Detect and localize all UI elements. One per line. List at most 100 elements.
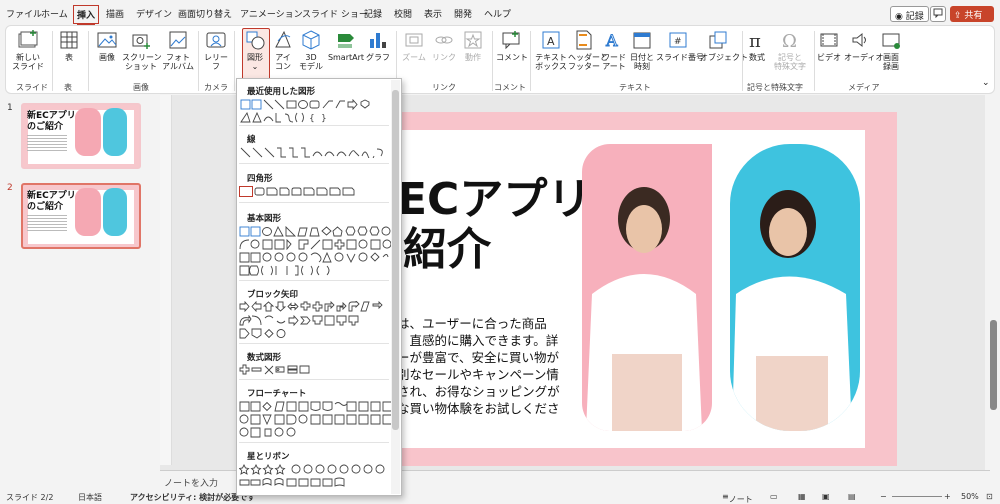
thumbnail-photo-pink [75, 108, 101, 156]
thumbnail-title-2: 新ECアプリ のご紹介 [27, 191, 76, 212]
photo-woman-blue-background[interactable] [730, 144, 860, 431]
ribbon-collapse-icon[interactable]: ⌄ [982, 78, 990, 88]
canvas-scrollbar[interactable] [987, 95, 1000, 470]
status-bar: スライド 2/2 日本語 アクセシビリティ: 検討が必要です ≡ ノート ▭ ▦… [0, 490, 1000, 504]
block-arrows-row-1[interactable] [239, 301, 391, 312]
stars-ribbons-row-2[interactable] [239, 477, 391, 488]
link-button[interactable]: リンク [430, 29, 458, 62]
tab-review[interactable]: 校閲 [394, 7, 412, 20]
tab-record[interactable]: 記録 [364, 7, 382, 20]
photo-album-button[interactable]: フォト アルバム [161, 29, 195, 71]
smartart-icon [338, 34, 354, 48]
datetime-button[interactable]: 日付と 時刻 [628, 29, 656, 71]
smartart-button[interactable]: SmartArt [326, 29, 366, 62]
basic-shapes-row-4[interactable] [239, 265, 391, 276]
flowchart-row-1[interactable] [239, 401, 391, 412]
table-button[interactable]: 表 [56, 29, 82, 62]
zoom-in-icon[interactable]: + [944, 492, 951, 501]
basic-shapes-row-2[interactable] [239, 239, 391, 250]
comment-button[interactable]: コメント [496, 29, 528, 62]
tab-help[interactable]: ヘルプ [484, 7, 511, 20]
svg-text:#: # [674, 37, 682, 47]
vertical-ruler [160, 95, 172, 465]
screen-recording-button[interactable]: 画面 録画 [876, 29, 906, 71]
slide-number-button[interactable]: # スライド番号 [656, 29, 704, 62]
tab-transitions[interactable]: 画面切り替え [178, 7, 232, 20]
lines-row[interactable] [239, 147, 391, 158]
icons-icon [275, 30, 291, 48]
status-language[interactable]: 日本語 [78, 492, 102, 503]
section-recent-shapes: 最近使用した図形 [247, 87, 316, 97]
share-icon: ⇪ [954, 11, 962, 21]
action-button[interactable]: 動作 [460, 29, 486, 62]
tab-insert[interactable]: 挿入 [73, 5, 100, 26]
flowchart-row-2[interactable] [239, 414, 391, 425]
section-equation-shapes: 数式図形 [247, 353, 282, 363]
slide-body-text[interactable]: は、ユーザーに合った商品 直感的に購入できます。詳 ーが豊富で、安全に買い物が … [397, 315, 560, 417]
basic-shapes-row-1[interactable] [239, 226, 391, 237]
tab-design[interactable]: デザイン [136, 7, 172, 20]
recent-shapes-row-2[interactable]: {} [239, 112, 391, 123]
gallery-scrollbar[interactable] [391, 80, 400, 494]
record-button[interactable]: ◉ 記録 [890, 6, 929, 22]
tab-home[interactable]: ホーム [41, 7, 68, 20]
audio-button[interactable]: オーディオ [844, 29, 883, 62]
symbol-button[interactable]: Ω 記号と 特殊文字 [770, 29, 810, 71]
shapes-gallery-dropdown: 最近使用した図形 {} 線 四角形 基本図形 ブロック矢印 数式図形 フローチャ… [236, 78, 402, 496]
comment-icon[interactable] [930, 6, 946, 22]
section-stars-ribbons: 星とリボン [247, 452, 290, 462]
table-icon [60, 31, 78, 49]
wordart-button[interactable]: A ワード アート [600, 29, 628, 72]
object-icon [709, 31, 727, 49]
tab-animations[interactable]: アニメーション [240, 7, 303, 20]
slideshow-view-icon[interactable]: ▤ [848, 492, 856, 501]
equation-button[interactable]: π 数式 [746, 29, 768, 62]
tab-developer[interactable]: 開発 [454, 7, 472, 20]
status-notes-button[interactable]: ≡ ノート [722, 492, 753, 504]
new-slide-button[interactable]: 新しい スライド [10, 29, 46, 71]
slide-thumbnail-2[interactable]: 新ECアプリ のご紹介 [21, 183, 141, 249]
svg-text:}: } [321, 114, 327, 123]
group-media: メディア [848, 83, 880, 92]
images-button[interactable]: 画像 [92, 29, 122, 62]
tab-slideshow[interactable]: スライド ショー [302, 7, 368, 20]
block-arrows-row-2[interactable] [239, 315, 391, 326]
rectangles-row[interactable] [239, 186, 391, 197]
zoom-level[interactable]: 50% [961, 492, 979, 501]
slide-title[interactable]: ECアプリ 紹介 [397, 175, 591, 275]
zoom-out-icon[interactable]: − [880, 492, 887, 501]
tab-file[interactable]: ファイル [6, 7, 42, 20]
tab-draw[interactable]: 描画 [106, 7, 124, 20]
screenshot-button[interactable]: スクリーン ショット [122, 29, 162, 71]
object-button[interactable]: オブジェクト [700, 29, 748, 62]
slide-thumbnail-1[interactable]: 新ECアプリ のご紹介 [21, 103, 141, 169]
stars-ribbons-row-1[interactable] [239, 464, 391, 475]
fit-slide-icon[interactable]: ⊡ [986, 492, 993, 501]
block-arrows-row-3[interactable] [239, 328, 391, 339]
equation-shapes-row[interactable] [239, 364, 391, 375]
section-rectangles: 四角形 [247, 174, 273, 184]
textbox-button[interactable]: A テキスト ボックス [534, 29, 568, 71]
icons-button[interactable]: アイ コン [270, 29, 296, 71]
zoom-button[interactable]: ズーム [400, 29, 428, 62]
section-flowchart: フローチャート [247, 389, 307, 399]
recent-shapes-row-1[interactable] [239, 99, 391, 110]
flowchart-row-3[interactable] [239, 427, 391, 438]
reading-view-icon[interactable]: ▣ [822, 492, 830, 501]
share-button[interactable]: ⇪ 共有 [950, 6, 994, 22]
canvas-scroll-thumb[interactable] [990, 320, 997, 410]
gallery-scroll-thumb[interactable] [392, 90, 399, 430]
zoom-slider[interactable] [892, 496, 942, 497]
basic-shapes-row-3[interactable] [239, 252, 391, 263]
tab-view[interactable]: 表示 [424, 7, 442, 20]
slide-sorter-icon[interactable]: ▦ [798, 492, 806, 501]
chart-button[interactable]: グラフ [366, 29, 390, 62]
cameo-button[interactable]: レリー フ [202, 29, 230, 71]
share-label: 共有 [964, 11, 983, 21]
header-footer-button[interactable]: ヘッダーと フッター [568, 29, 608, 71]
3d-models-button[interactable]: 3D モデル [296, 29, 326, 71]
photo-woman-pink-background[interactable] [582, 144, 712, 431]
shapes-button[interactable]: 図形 ⌄ [240, 29, 270, 71]
video-button[interactable]: ビデオ [816, 29, 842, 62]
normal-view-icon[interactable]: ▭ [770, 492, 778, 501]
